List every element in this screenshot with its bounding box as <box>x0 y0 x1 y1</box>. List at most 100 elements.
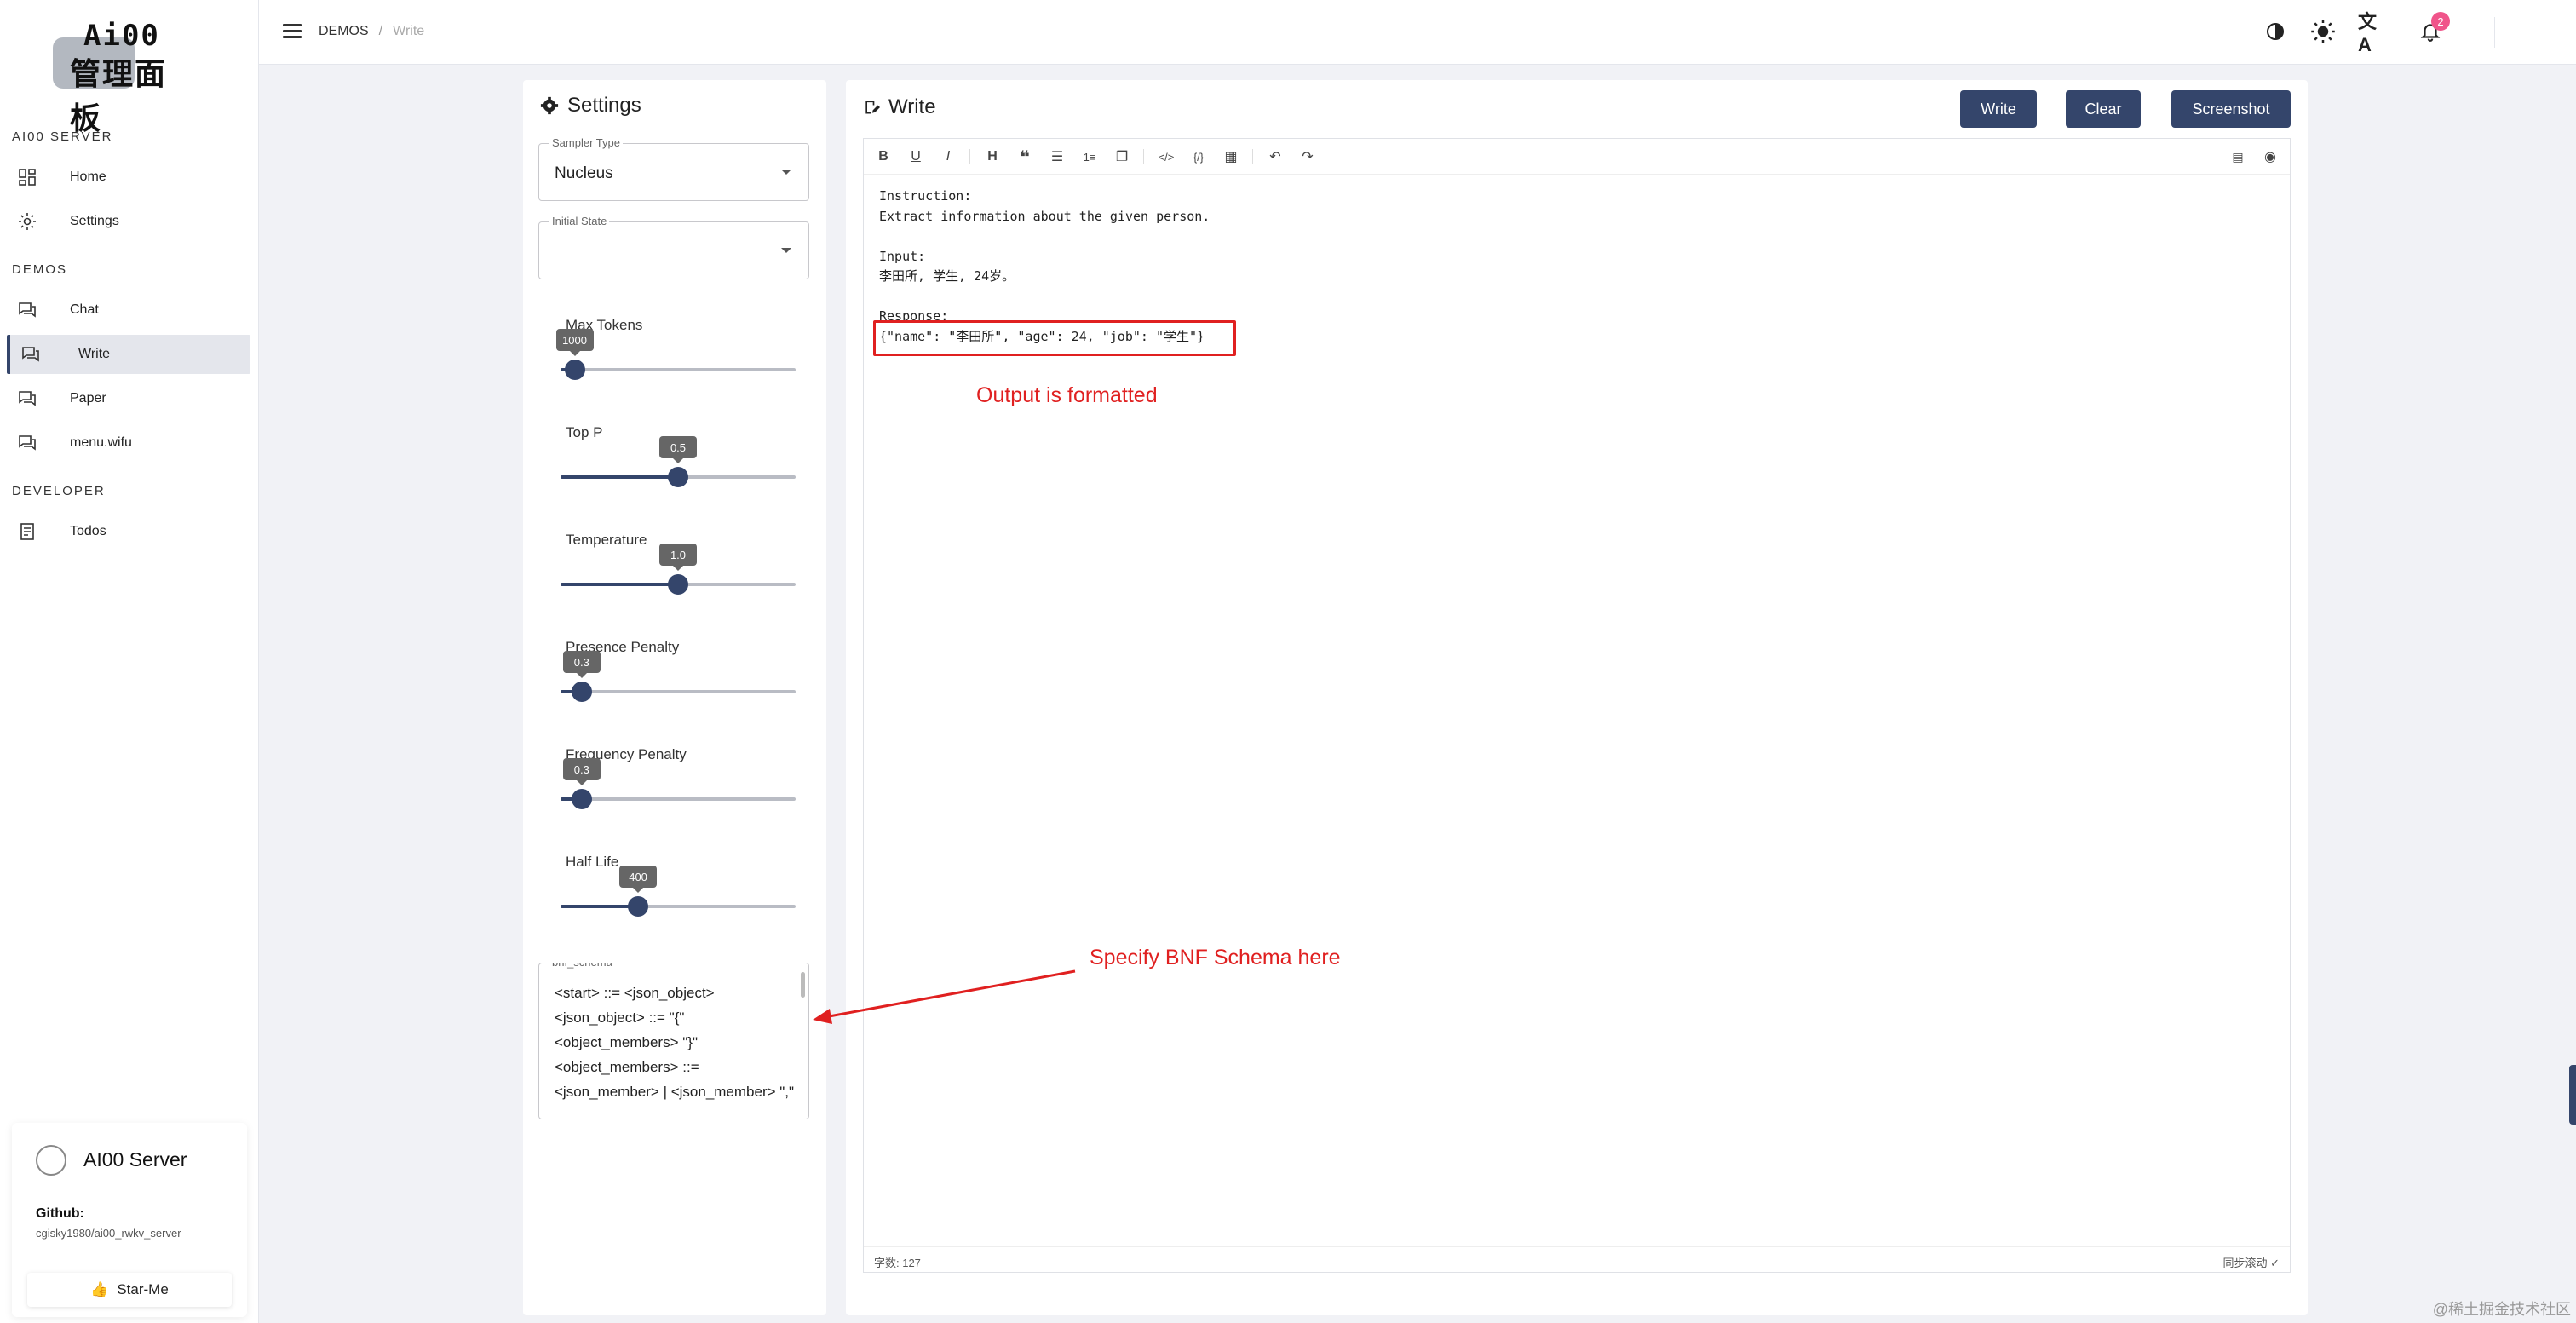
write-panel: Write Write Clear Screenshot B U I H ❝ ☰… <box>846 80 2308 1315</box>
code-block-icon[interactable]: {/} <box>1189 147 1208 166</box>
slider-track[interactable]: 1000 <box>555 329 796 380</box>
sampler-type-value: Nucleus <box>555 164 613 182</box>
slider-thumb[interactable] <box>668 574 688 595</box>
side-drawer-handle[interactable] <box>2569 1065 2576 1125</box>
app-logo[interactable]: Ai00 管理面板 <box>53 19 198 136</box>
sync-scroll-toggle[interactable]: 同步滚动 ✓ <box>2222 1254 2280 1270</box>
slider-track[interactable]: 0.3 <box>561 758 796 809</box>
slider-temperature[interactable]: Temperature 1.0 <box>547 532 801 617</box>
sidebar-item-label: Todos <box>70 524 106 538</box>
response-highlight-box <box>873 320 1236 356</box>
edit-note-icon <box>865 101 880 114</box>
slider-value-tooltip: 0.3 <box>562 651 601 678</box>
bnf-schema-text[interactable]: <start> ::= <json_object> <json_object> … <box>555 981 802 1119</box>
slider-max-tokens[interactable]: Max Tokens 1000 <box>547 317 801 402</box>
sidebar-item-label: Chat <box>70 302 99 317</box>
sidebar-item-todos[interactable]: Todos <box>7 512 250 551</box>
sidebar-item-chat[interactable]: Chat <box>7 290 250 330</box>
slider-track[interactable]: 0.5 <box>561 436 796 487</box>
dashboard-icon <box>19 169 36 186</box>
slider-value-tooltip: 0.5 <box>659 436 697 463</box>
slider-thumb[interactable] <box>628 896 649 917</box>
translate-icon[interactable]: 文A <box>2358 11 2383 55</box>
ordered-list-icon[interactable]: 1≡ <box>1080 147 1099 166</box>
sidebar-item-write[interactable]: Write <box>7 335 250 374</box>
underline-icon[interactable]: U <box>906 147 925 166</box>
markdown-editor[interactable]: B U I H ❝ ☰ 1≡ ❐ </> {/} ▦ ↶ ↷ ▤ ◉ Instr… <box>863 138 2291 1273</box>
italic-icon[interactable]: I <box>939 147 957 166</box>
initial-state-select[interactable]: Initial State <box>538 215 809 279</box>
server-card: AI00 Server Github: cgisky1980/ai00_rwkv… <box>12 1123 247 1317</box>
sidebar-item-label: Write <box>78 347 111 361</box>
slider-top-p[interactable]: Top P 0.5 <box>547 424 801 509</box>
scrollbar[interactable] <box>801 972 805 998</box>
sun-icon[interactable] <box>2310 19 2336 44</box>
table-icon[interactable]: ▦ <box>1222 147 1240 166</box>
sidebar-item-wifu[interactable]: menu.wifu <box>7 423 250 463</box>
contrast-icon[interactable] <box>2263 19 2288 44</box>
github-label: Github: <box>36 1206 84 1221</box>
server-card-title: AI00 Server <box>83 1148 187 1171</box>
sidebar-item-label: menu.wifu <box>70 435 132 450</box>
sidebar-item-settings[interactable]: Settings <box>7 202 250 241</box>
slider-track[interactable]: 0.3 <box>561 651 796 702</box>
sidebar-item-paper[interactable]: Paper <box>7 379 250 418</box>
bullet-list-icon[interactable]: ☰ <box>1048 147 1067 166</box>
slider-fill <box>561 475 678 479</box>
code-icon[interactable]: </> <box>1157 147 1176 166</box>
undo-icon[interactable]: ↶ <box>1266 147 1285 166</box>
sidebar-item-home[interactable]: Home <box>7 158 250 197</box>
github-link[interactable]: cgisky1980/ai00_rwkv_server <box>36 1227 181 1240</box>
slider-track[interactable]: 400 <box>561 866 796 917</box>
copy-block-icon[interactable]: ❐ <box>1113 147 1131 166</box>
slider-value-tooltip: 400 <box>619 866 658 893</box>
chat-icon <box>19 302 36 318</box>
toolbar-separator <box>1143 149 1144 164</box>
notification-badge: 2 <box>2431 12 2450 31</box>
chat-icon <box>19 391 36 406</box>
settings-title-text: Settings <box>567 94 641 117</box>
gear-icon <box>540 96 559 115</box>
slider-thumb[interactable] <box>571 789 592 809</box>
sidebar-item-label: Home <box>70 170 106 184</box>
quote-icon[interactable]: ❝ <box>1015 147 1034 167</box>
clear-button[interactable]: Clear <box>2066 90 2141 128</box>
sampler-type-select[interactable]: Sampler Type Nucleus <box>538 136 809 201</box>
star-me-button[interactable]: 👍 Star-Me <box>27 1273 232 1307</box>
breadcrumb-current: Write <box>393 24 425 38</box>
bnf-schema-textarea[interactable]: bnf_schema <start> ::= <json_object> <js… <box>538 963 809 1119</box>
toolbar-separator <box>1252 149 1253 164</box>
logo-text-bottom: 管理面板 <box>70 57 168 136</box>
screenshot-button[interactable]: Screenshot <box>2171 90 2291 128</box>
slider-presence-penalty[interactable]: Presence Penalty 0.3 <box>547 639 801 724</box>
menu-icon[interactable] <box>283 24 302 39</box>
eye-icon[interactable]: ◉ <box>2261 147 2280 166</box>
chat-icon <box>19 435 36 451</box>
bold-icon[interactable]: B <box>874 147 893 166</box>
slider-fill <box>561 905 639 908</box>
preview-toggle-icon[interactable]: ▤ <box>2228 147 2247 166</box>
write-button[interactable]: Write <box>1960 90 2037 128</box>
slider-label: Half Life <box>566 854 619 870</box>
slider-thumb[interactable] <box>564 360 585 380</box>
star-me-label: Star-Me <box>117 1281 169 1297</box>
slider-track[interactable]: 1.0 <box>561 544 796 595</box>
editor-statusbar: 字数: 127 同步滚动 ✓ <box>864 1246 2290 1272</box>
breadcrumb-separator: / <box>378 24 383 38</box>
slider-thumb[interactable] <box>571 682 592 702</box>
slider-frequency-penalty[interactable]: Frequency Penalty 0.3 <box>547 746 801 831</box>
slider-half-life[interactable]: Half Life 400 <box>547 854 801 939</box>
sidebar: Ai00 管理面板 AI00 SERVER Home Settings DEMO… <box>0 0 259 1323</box>
slider-fill <box>561 583 678 586</box>
breadcrumb-demos[interactable]: DEMOS <box>319 24 369 38</box>
redo-icon[interactable]: ↷ <box>1298 147 1317 166</box>
slider-value-tooltip: 1.0 <box>659 544 697 571</box>
slider-label: Top P <box>566 424 603 440</box>
document-icon <box>20 523 34 540</box>
bell-icon[interactable]: 2 <box>2418 12 2450 44</box>
slider-thumb[interactable] <box>668 467 688 487</box>
header-divider <box>2494 17 2495 48</box>
initial-state-legend: Initial State <box>549 215 610 227</box>
toolbar-separator <box>969 149 970 164</box>
heading-icon[interactable]: H <box>983 147 1002 166</box>
